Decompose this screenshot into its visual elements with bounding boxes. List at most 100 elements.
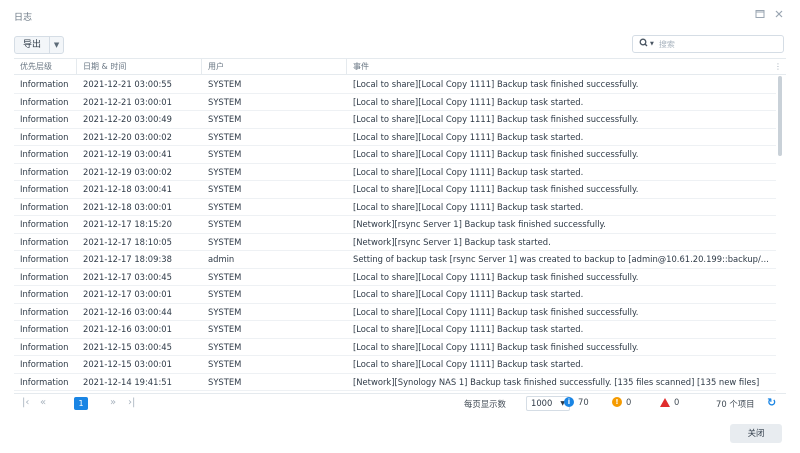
row-user: SYSTEM <box>208 79 242 89</box>
row-event: [Local to share][Local Copy 1111] Backup… <box>353 201 584 212</box>
toolbar: 导出 ▼ ▼ <box>0 30 800 58</box>
row-user: SYSTEM <box>208 131 242 142</box>
column-menu-icon[interactable]: ⋮ <box>774 59 782 74</box>
table-row[interactable]: Information 2021-12-18 03:00:01 SYSTEM [Loc… <box>14 199 776 216</box>
table-row[interactable]: Information 2021-12-19 03:00:02 SYSTEM [Loc… <box>14 164 776 181</box>
export-button[interactable]: 导出 ▼ <box>14 36 65 54</box>
search-options-icon[interactable]: ▼ <box>650 41 654 47</box>
row-event: [Local to share][Local Copy 1111] Backup… <box>353 131 584 142</box>
column-header-datetime[interactable]: 日期 & 时间 <box>77 59 202 74</box>
per-page-label: 每页显示数 <box>464 399 506 409</box>
row-priority: Information <box>20 114 69 124</box>
row-datetime: 2021-12-16 03:00:44 <box>83 306 172 317</box>
table-row[interactable]: Information 2021-12-17 18:10:05 SYSTEM [Net… <box>14 234 776 251</box>
previous-page-icon[interactable]: « <box>40 397 46 408</box>
row-user: SYSTEM <box>208 306 242 317</box>
row-priority: Information <box>20 271 69 282</box>
table-row[interactable]: Information 2021-12-14 19:41:51 SYSTEM [Net… <box>14 374 776 391</box>
table-row[interactable]: Information 2021-12-17 03:00:01 SYSTEM [Loc… <box>14 286 776 304</box>
table-row[interactable]: Information 2021-12-17 18:09:38 admin Setti… <box>14 251 776 269</box>
table-row[interactable]: Information 2021-12-20 03:00:02 SYSTEM [Loc… <box>14 129 776 146</box>
row-datetime: 2021-12-17 03:00:45 <box>83 271 172 282</box>
row-user: SYSTEM <box>208 359 242 369</box>
first-page-icon[interactable]: |‹ <box>22 397 29 408</box>
title-bar: 日志 <box>0 0 800 30</box>
refresh-icon[interactable]: ↻ <box>767 396 776 409</box>
row-event: [Network][rsync Server 1] Backup task st… <box>353 236 551 247</box>
row-priority: Information <box>20 149 69 159</box>
search-input[interactable] <box>656 38 761 50</box>
warning-count: ! 0 <box>612 397 631 407</box>
table-row[interactable]: Information 2021-12-16 03:00:01 SYSTEM [Loc… <box>14 321 776 339</box>
row-user: SYSTEM <box>208 166 242 177</box>
row-priority: Information <box>20 376 69 387</box>
error-count-value: 0 <box>674 397 680 407</box>
row-event: Setting of backup task [rsync Server 1] … <box>353 254 769 264</box>
search-box[interactable]: ▼ <box>632 35 784 53</box>
info-count-value: 70 <box>578 397 589 407</box>
info-count: i 70 <box>564 397 589 407</box>
row-datetime: 2021-12-16 03:00:01 <box>83 324 172 334</box>
row-priority: Information <box>20 359 69 369</box>
column-header-priority[interactable]: 优先层级 <box>14 59 77 74</box>
table-row[interactable]: Information 2021-12-16 03:00:44 SYSTEM [Loc… <box>14 304 776 321</box>
row-priority: Information <box>20 131 69 142</box>
row-user: SYSTEM <box>208 376 242 387</box>
export-button-label[interactable]: 导出 <box>15 37 51 53</box>
close-icon[interactable] <box>773 8 785 20</box>
row-priority: Information <box>20 341 69 352</box>
row-datetime: 2021-12-17 18:15:20 <box>83 219 172 229</box>
table-row[interactable]: Information 2021-12-18 03:00:41 SYSTEM [Loc… <box>14 181 776 199</box>
error-count: 0 <box>660 397 679 407</box>
table-row[interactable]: Information 2021-12-19 03:00:41 SYSTEM [Loc… <box>14 146 776 164</box>
row-event: [Local to share][Local Copy 1111] Backup… <box>353 79 639 89</box>
table-row[interactable]: Information 2021-12-15 03:00:01 SYSTEM [Loc… <box>14 356 776 374</box>
column-header-user[interactable]: 用户 <box>202 59 347 74</box>
row-user: SYSTEM <box>208 289 242 299</box>
row-user: SYSTEM <box>208 219 242 229</box>
row-datetime: 2021-12-18 03:00:41 <box>83 184 172 194</box>
table-row[interactable]: Information 2021-12-17 03:00:45 SYSTEM [Loc… <box>14 269 776 286</box>
maximize-icon[interactable] <box>754 8 766 20</box>
last-page-icon[interactable]: ›| <box>128 397 135 408</box>
total-items: 70 个项目 <box>716 399 755 409</box>
row-user: SYSTEM <box>208 271 242 282</box>
vertical-scrollbar[interactable] <box>778 76 784 392</box>
next-page-icon[interactable]: » <box>110 397 116 408</box>
row-priority: Information <box>20 254 69 264</box>
row-event: [Network][Synology NAS 1] Backup task fi… <box>353 376 760 387</box>
table-row[interactable]: Information 2021-12-15 03:00:45 SYSTEM [Loc… <box>14 339 776 356</box>
row-datetime: 2021-12-14 19:41:51 <box>83 376 172 387</box>
warning-icon: ! <box>612 397 622 407</box>
row-user: SYSTEM <box>208 96 242 107</box>
row-event: [Local to share][Local Copy 1111] Backup… <box>353 149 639 159</box>
column-header-event[interactable]: 事件 <box>347 59 776 74</box>
row-datetime: 2021-12-20 03:00:02 <box>83 131 172 142</box>
table-row[interactable]: Information 2021-12-21 03:00:01 SYSTEM [Loc… <box>14 94 776 111</box>
row-user: SYSTEM <box>208 324 242 334</box>
row-datetime: 2021-12-19 03:00:02 <box>83 166 172 177</box>
table-row[interactable]: Information 2021-12-17 18:15:20 SYSTEM [Net… <box>14 216 776 234</box>
row-user: SYSTEM <box>208 114 242 124</box>
table-row[interactable]: Information 2021-12-21 03:00:55 SYSTEM [Loc… <box>14 76 776 94</box>
table-header: 优先层级 日期 & 时间 用户 事件 ⋮ <box>14 58 786 75</box>
row-priority: Information <box>20 96 69 107</box>
table-row[interactable]: Information 2021-12-20 03:00:49 SYSTEM [Loc… <box>14 111 776 129</box>
search-icon[interactable] <box>639 38 649 50</box>
chevron-down-icon[interactable]: ▼ <box>50 37 63 53</box>
row-event: [Local to share][Local Copy 1111] Backup… <box>353 289 584 299</box>
per-page-value[interactable]: 1000 <box>531 398 552 408</box>
close-button[interactable]: 关闭 <box>730 424 782 443</box>
current-page[interactable]: 1 <box>74 397 88 410</box>
row-user: SYSTEM <box>208 236 242 247</box>
row-event: [Local to share][Local Copy 1111] Backup… <box>353 114 639 124</box>
row-priority: Information <box>20 236 69 247</box>
window-title: 日志 <box>14 13 33 23</box>
row-datetime: 2021-12-17 03:00:01 <box>83 289 172 299</box>
row-priority: Information <box>20 324 69 334</box>
row-datetime: 2021-12-21 03:00:01 <box>83 96 172 107</box>
row-event: [Local to share][Local Copy 1111] Backup… <box>353 166 584 177</box>
row-event: [Local to share][Local Copy 1111] Backup… <box>353 341 639 352</box>
scrollbar-thumb[interactable] <box>778 76 782 156</box>
row-user: SYSTEM <box>208 184 242 194</box>
